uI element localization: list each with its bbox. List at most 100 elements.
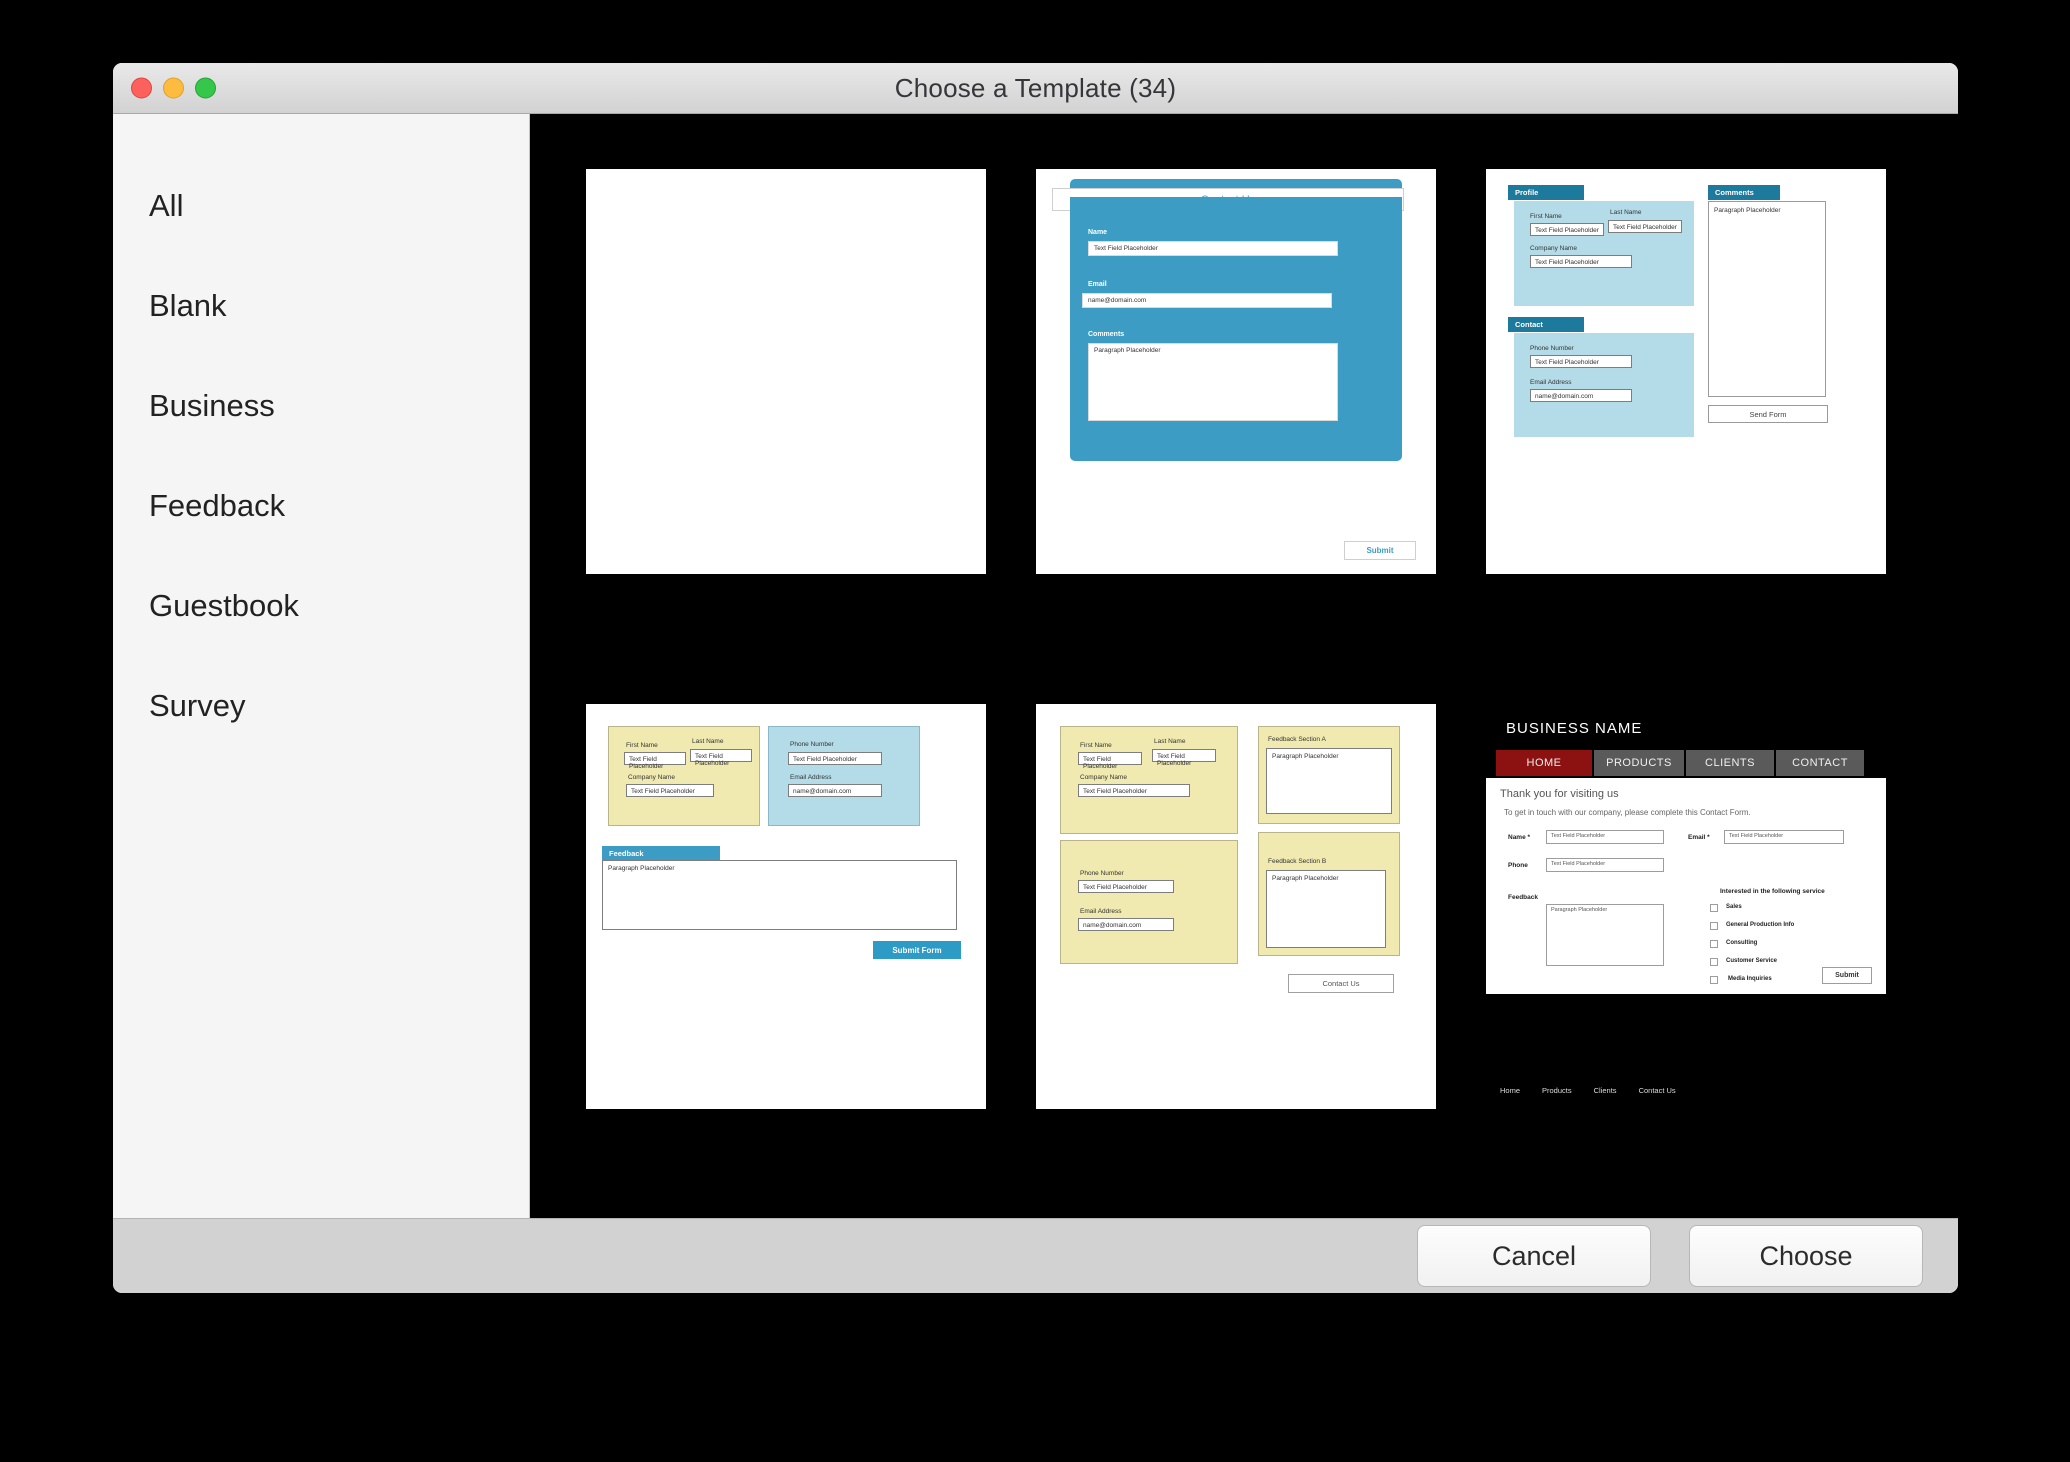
t5-label-email: Email Address [1080, 908, 1122, 915]
t6-checkbox-label-general-production-info: General Production Info [1726, 922, 1795, 928]
template-card-feedback-sections[interactable]: First Name Text Field Placeholder Last N… [1036, 704, 1436, 1109]
t6-input-email[interactable]: Text Field Placeholder [1724, 830, 1844, 844]
t6-heading: Thank you for visiting us [1500, 788, 1619, 800]
t6-brand-title: BUSINESS NAME [1506, 720, 1643, 737]
t3-tab-contact: Contact [1508, 317, 1584, 332]
t3-label-email: Email Address [1530, 379, 1572, 386]
t4-label-email: Email Address [790, 774, 832, 781]
t5-input-email[interactable]: name@domain.com [1078, 918, 1174, 931]
t2-submit-button[interactable]: Submit [1344, 541, 1416, 560]
t2-input-comments[interactable]: Paragraph Placeholder [1088, 343, 1338, 421]
template-grid: Contact Us Name Text Field Placeholder E… [586, 169, 1902, 1109]
t3-label-last-name: Last Name [1610, 209, 1642, 216]
t2-label-email: Email [1088, 281, 1107, 288]
t5-label-section-a: Feedback Section A [1268, 736, 1326, 743]
sidebar-item-business[interactable]: Business [131, 356, 529, 456]
t6-content-panel: Thank you for visiting us To get in touc… [1486, 778, 1886, 994]
t6-input-feedback[interactable]: Paragraph Placeholder [1546, 904, 1664, 966]
t3-input-comments[interactable]: Paragraph Placeholder [1708, 201, 1826, 397]
t5-input-last-name[interactable]: Text Field Placeholder [1152, 749, 1216, 767]
t5-panel-contact [1060, 840, 1238, 964]
t5-label-section-b: Feedback Section B [1268, 858, 1327, 865]
t6-interest-heading: Interested in the following service [1720, 888, 1825, 895]
t3-input-company[interactable]: Text Field Placeholder [1530, 255, 1632, 268]
template-card-feedback-form[interactable]: First Name Text Field Placeholder Last N… [586, 704, 986, 1109]
t5-input-first-name[interactable]: Text Field Placeholder [1078, 752, 1142, 770]
t2-label-name: Name [1088, 229, 1108, 236]
sidebar-item-survey[interactable]: Survey [131, 656, 529, 756]
t6-nav-contact[interactable]: CONTACT [1776, 750, 1864, 776]
t5-input-section-a[interactable]: Paragraph Placeholder [1266, 748, 1392, 814]
t6-label-name: Name * [1508, 834, 1531, 841]
t6-input-phone[interactable]: Text Field Placeholder [1546, 858, 1664, 872]
t5-input-section-b[interactable]: Paragraph Placeholder [1266, 870, 1386, 948]
t6-footer-link-contact-us[interactable]: Contact Us [1639, 1086, 1676, 1095]
t3-input-phone[interactable]: Text Field Placeholder [1530, 355, 1632, 368]
sidebar-item-guestbook[interactable]: Guestbook [131, 556, 529, 656]
template-gallery: Contact Us Name Text Field Placeholder E… [530, 114, 1958, 1219]
t6-nav-products[interactable]: PRODUCTS [1594, 750, 1684, 776]
template-card-contact-us[interactable]: Contact Us Name Text Field Placeholder E… [1036, 169, 1436, 574]
t3-label-first-name: First Name [1530, 213, 1562, 220]
t6-subheading: To get in touch with our company, please… [1504, 808, 1751, 817]
t6-checkbox-label-customer-service: Customer Service [1726, 958, 1778, 964]
t4-input-last-name[interactable]: Text Field Placeholder [690, 749, 752, 767]
t2-label-comments: Comments [1088, 331, 1125, 338]
t5-contact-us-button[interactable]: Contact Us [1288, 974, 1394, 993]
t5-input-company[interactable]: Text Field Placeholder [1078, 784, 1190, 797]
t6-input-name[interactable]: Text Field Placeholder [1546, 830, 1664, 844]
t6-checkbox-label-sales: Sales [1726, 904, 1742, 910]
t4-label-phone: Phone Number [790, 741, 834, 748]
template-card-blank[interactable] [586, 169, 986, 574]
t6-checkbox-label-media-inquiries: Media Inquiries [1728, 976, 1772, 982]
t5-label-phone: Phone Number [1080, 870, 1124, 877]
t6-submit-button[interactable]: Submit [1822, 967, 1872, 984]
sidebar-item-feedback[interactable]: Feedback [131, 456, 529, 556]
choose-button[interactable]: Choose [1689, 1225, 1923, 1287]
t4-input-feedback[interactable]: Paragraph Placeholder [602, 860, 957, 930]
t6-label-feedback: Feedback [1508, 894, 1538, 901]
category-sidebar: All Blank Business Feedback Guestbook Su… [113, 114, 530, 1219]
t4-input-email[interactable]: name@domain.com [788, 784, 882, 797]
t6-footer-link-home[interactable]: Home [1500, 1086, 1520, 1095]
t4-tab-feedback: Feedback [602, 846, 720, 861]
window-titlebar: Choose a Template (34) [113, 63, 1958, 114]
t6-checkbox-consulting[interactable] [1710, 940, 1718, 948]
t4-input-phone[interactable]: Text Field Placeholder [788, 752, 882, 765]
t6-label-phone: Phone [1508, 862, 1528, 869]
t6-footer-link-clients[interactable]: Clients [1594, 1086, 1617, 1095]
t3-tab-comments: Comments [1708, 185, 1780, 200]
t3-input-first-name[interactable]: Text Field Placeholder [1530, 223, 1604, 236]
t6-checkbox-sales[interactable] [1710, 904, 1718, 912]
choose-template-window: Choose a Template (34) All Blank Busines… [113, 63, 1958, 1293]
t2-input-email[interactable]: name@domain.com [1082, 293, 1332, 308]
t6-footer-link-products[interactable]: Products [1542, 1086, 1572, 1095]
t3-input-last-name[interactable]: Text Field Placeholder [1608, 220, 1682, 233]
t4-input-first-name[interactable]: Text Field Placeholder [624, 752, 686, 770]
sidebar-item-blank[interactable]: Blank [131, 256, 529, 356]
t5-label-company: Company Name [1080, 774, 1127, 781]
sidebar-item-all[interactable]: All [131, 156, 529, 256]
t4-submit-form-button[interactable]: Submit Form [873, 941, 961, 959]
t2-panel [1070, 197, 1402, 461]
dialog-footer: Cancel Choose [113, 1218, 1958, 1293]
t5-input-phone[interactable]: Text Field Placeholder [1078, 880, 1174, 893]
t6-nav-clients[interactable]: CLIENTS [1686, 750, 1774, 776]
t6-checkbox-general-production-info[interactable] [1710, 922, 1718, 930]
t5-label-first-name: First Name [1080, 742, 1112, 749]
template-card-business-site[interactable]: BUSINESS NAME HOME PRODUCTS CLIENTS CONT… [1486, 704, 1886, 1109]
t3-send-form-button[interactable]: Send Form [1708, 405, 1828, 423]
t4-label-last-name: Last Name [692, 738, 724, 745]
t3-input-email[interactable]: name@domain.com [1530, 389, 1632, 402]
t6-checkbox-media-inquiries[interactable] [1710, 976, 1718, 984]
cancel-button[interactable]: Cancel [1417, 1225, 1651, 1287]
window-title: Choose a Template (34) [894, 73, 1177, 103]
t6-label-email: Email * [1688, 834, 1710, 841]
t6-nav-home[interactable]: HOME [1496, 750, 1592, 776]
template-card-profile-contact[interactable]: Profile First Name Text Field Placeholde… [1486, 169, 1886, 574]
t4-input-company[interactable]: Text Field Placeholder [626, 784, 714, 797]
t4-label-first-name: First Name [626, 742, 658, 749]
t2-input-name[interactable]: Text Field Placeholder [1088, 241, 1338, 256]
t6-checkbox-customer-service[interactable] [1710, 958, 1718, 966]
t3-label-phone: Phone Number [1530, 345, 1574, 352]
